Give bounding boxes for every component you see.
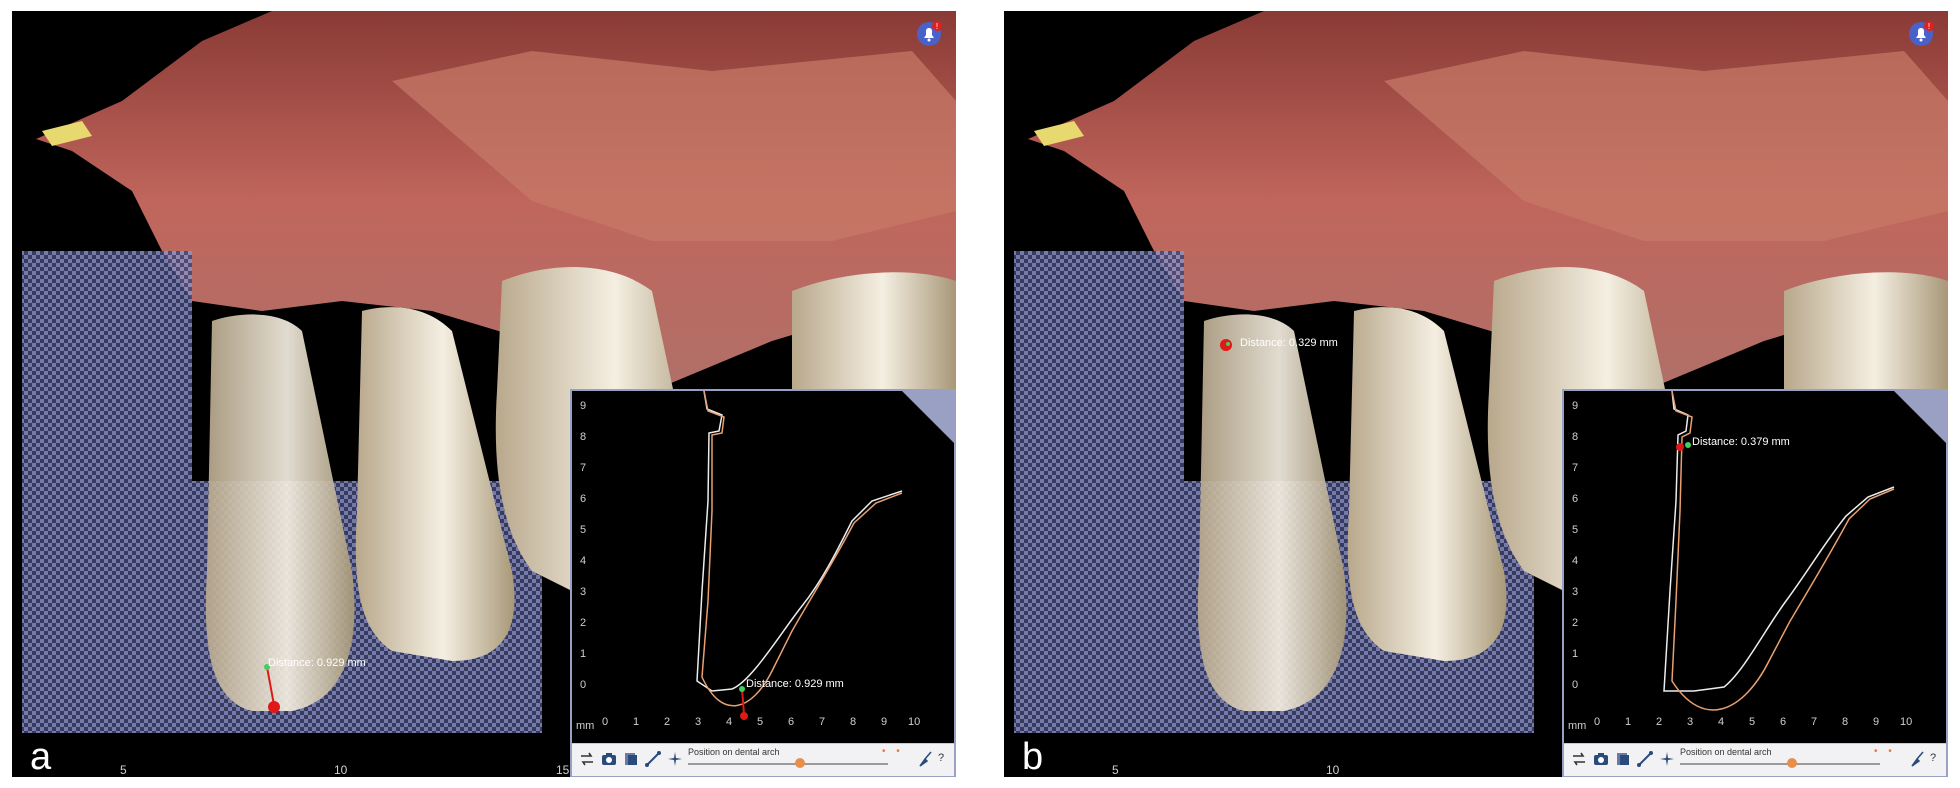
viewer-panel-b: Distance: 0.329 mm ! 9 8 7 6 5 4 3 2 1 0… <box>1004 11 1948 777</box>
axis-tick: 5 <box>1112 763 1119 777</box>
y-tick: 1 <box>580 648 586 660</box>
y-tick: 9 <box>1572 400 1578 412</box>
y-axis-ticks: 9 8 7 6 5 4 3 2 1 0 <box>1572 400 1578 691</box>
cross-section-plot[interactable]: 9 8 7 6 5 4 3 2 1 0 mm 0 1 2 3 4 5 6 7 8… <box>572 391 954 743</box>
x-tick: 6 <box>1780 716 1786 728</box>
cross-section-inset: 9 8 7 6 5 4 3 2 1 0 mm 0 1 2 3 4 5 6 7 8… <box>570 389 956 777</box>
y-tick: 4 <box>1572 555 1578 567</box>
y-tick: 0 <box>1572 679 1578 691</box>
x-tick: 4 <box>726 716 732 728</box>
arrow-dots[interactable]: • • <box>1874 746 1896 757</box>
x-tick: 8 <box>1842 716 1848 728</box>
y-tick: 4 <box>580 555 586 567</box>
x-tick: 6 <box>788 716 794 728</box>
y-tick: 8 <box>580 431 586 443</box>
inset-distance-label: Distance: 0.929 mm <box>746 678 844 690</box>
cross-section-inset: 9 8 7 6 5 4 3 2 1 0 mm 0 1 2 3 4 5 6 7 8… <box>1562 389 1948 777</box>
measure-point-green <box>739 686 745 692</box>
y-tick: 1 <box>1572 648 1578 660</box>
arrow-dots[interactable]: • • <box>882 746 904 757</box>
x-axis-ticks: mm 0 1 2 3 4 5 6 7 8 9 10 <box>1568 716 1912 732</box>
x-tick: 9 <box>1873 716 1879 728</box>
slider-label: Position on dental arch <box>1680 747 1772 757</box>
bottom-axis-ticks: 5 10 15 <box>12 763 956 777</box>
x-tick: 5 <box>1749 716 1755 728</box>
x-unit: mm <box>576 720 594 732</box>
bottom-axis-ticks: 5 10 <box>1004 763 1948 777</box>
x-axis-ticks: mm 0 1 2 3 4 5 6 7 8 9 10 <box>576 716 920 732</box>
x-tick: 0 <box>1594 716 1600 728</box>
y-tick: 7 <box>1572 462 1578 474</box>
measure-point-red <box>740 712 748 720</box>
axis-tick: 15 <box>556 763 570 777</box>
profile-curve-orange <box>701 391 903 707</box>
x-tick: 2 <box>1656 716 1662 728</box>
x-tick: 2 <box>664 716 670 728</box>
svg-text:!: ! <box>1928 22 1930 31</box>
y-tick: 5 <box>580 524 586 536</box>
scene-distance-label: Distance: 0.329 mm <box>1240 337 1338 349</box>
x-tick: 3 <box>1687 716 1693 728</box>
notification-bell-icon[interactable]: ! <box>1908 21 1934 47</box>
x-tick: 1 <box>633 716 639 728</box>
axis-tick: 5 <box>120 763 127 777</box>
inset-distance-label: Distance: 0.379 mm <box>1692 436 1790 448</box>
x-tick: 0 <box>602 716 608 728</box>
y-tick: 7 <box>580 462 586 474</box>
x-tick: 8 <box>850 716 856 728</box>
x-tick: 9 <box>881 716 887 728</box>
slider-label: Position on dental arch <box>688 747 780 757</box>
notification-bell-icon[interactable]: ! <box>916 21 942 47</box>
measure-point-red <box>1676 443 1684 451</box>
y-tick: 6 <box>1572 493 1578 505</box>
svg-text:!: ! <box>936 22 938 31</box>
cross-section-plot[interactable]: 9 8 7 6 5 4 3 2 1 0 mm 0 1 2 3 4 5 6 7 8… <box>1564 391 1946 743</box>
x-tick: 10 <box>908 716 920 728</box>
y-tick: 5 <box>1572 524 1578 536</box>
x-tick: 10 <box>1900 716 1912 728</box>
y-tick: 3 <box>1572 586 1578 598</box>
y-tick: 3 <box>580 586 586 598</box>
profile-curve-white <box>696 391 903 692</box>
y-tick: 2 <box>1572 617 1578 629</box>
measure-point-green <box>1685 442 1691 448</box>
x-tick: 1 <box>1625 716 1631 728</box>
axis-tick: 10 <box>334 763 348 777</box>
x-tick: 4 <box>1718 716 1724 728</box>
y-tick: 6 <box>580 493 586 505</box>
viewer-panel-a: Distance: 0.929 mm ! 9 8 7 6 5 4 3 2 1 0 <box>12 11 956 777</box>
y-tick: 8 <box>1572 431 1578 443</box>
scene-distance-label: Distance: 0.929 mm <box>268 657 366 669</box>
x-tick: 7 <box>819 716 825 728</box>
x-unit: mm <box>1568 720 1586 732</box>
x-tick: 3 <box>695 716 701 728</box>
y-tick: 9 <box>580 400 586 412</box>
x-tick: 5 <box>757 716 763 728</box>
y-tick: 0 <box>580 679 586 691</box>
y-tick: 2 <box>580 617 586 629</box>
axis-tick: 10 <box>1326 763 1340 777</box>
y-axis-ticks: 9 8 7 6 5 4 3 2 1 0 <box>580 400 586 691</box>
x-tick: 7 <box>1811 716 1817 728</box>
